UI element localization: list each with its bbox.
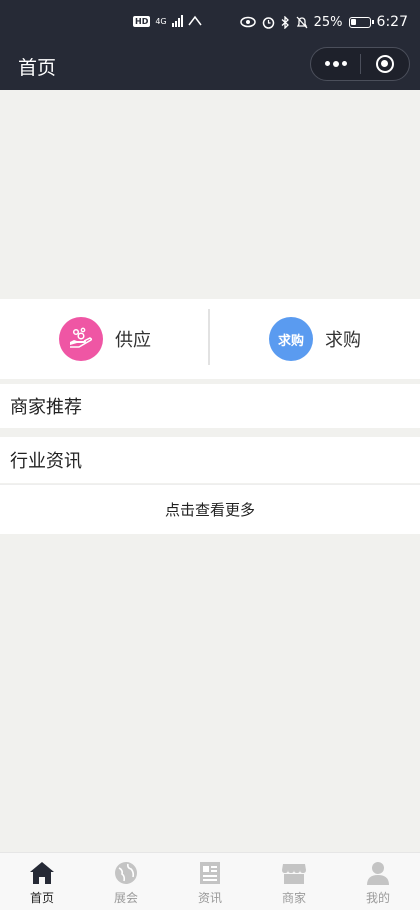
home-icon [30, 862, 54, 884]
more-menu-icon[interactable] [311, 61, 360, 67]
battery-icon [348, 16, 374, 28]
tab-mine[interactable]: 我的 [336, 853, 420, 910]
tab-home-label: 首页 [29, 891, 54, 905]
newspaper-icon [200, 862, 220, 884]
quick-divider [208, 309, 210, 365]
tab-expo-label: 展会 [113, 891, 138, 905]
industry-news-heading: 行业资讯 [0, 437, 420, 483]
tab-mine-label: 我的 [365, 891, 390, 905]
battery-percent: 25% [313, 14, 343, 30]
quick-actions: 供应 求购 求购 [0, 299, 420, 379]
tab-home[interactable]: 首页 [0, 853, 84, 910]
wifi-calling-icon [188, 15, 202, 26]
demand-badge-icon: 求购 [269, 317, 313, 361]
demand-button[interactable]: 求购 求购 [210, 299, 420, 379]
globe-icon [115, 862, 137, 884]
merchant-recommend-heading: 商家推荐 [0, 384, 420, 428]
demand-label: 求购 [325, 330, 361, 351]
supply-button[interactable]: 供应 [0, 299, 210, 379]
status-right: 25% 6:27 [239, 14, 408, 30]
supply-hand-icon [59, 317, 103, 361]
eye-icon [239, 16, 256, 28]
user-icon [367, 862, 389, 885]
bluetooth-icon [281, 15, 289, 29]
mini-program-capsule [310, 47, 410, 81]
tab-merchant-label: 商家 [281, 891, 306, 905]
status-center: HD 4G [133, 15, 202, 27]
supply-label: 供应 [115, 330, 151, 351]
alarm-icon [262, 16, 274, 29]
banner-area [0, 90, 420, 299]
mute-bell-icon [296, 16, 308, 28]
store-icon [282, 864, 306, 884]
signal-icon [171, 15, 183, 27]
close-target-icon[interactable] [361, 55, 409, 73]
bottom-tab-bar: 首页 展会 资讯 商家 我的 [0, 852, 420, 910]
view-more-link[interactable]: 点击查看更多 [0, 484, 420, 534]
network-type: 4G [155, 16, 167, 26]
tab-merchant[interactable]: 商家 [252, 853, 336, 910]
tab-news[interactable]: 资讯 [168, 853, 252, 910]
top-bar: HD 4G 25% 6:27 首页 [0, 0, 420, 90]
tab-expo[interactable]: 展会 [84, 853, 168, 910]
clock: 6:27 [376, 14, 408, 30]
tab-news-label: 资讯 [197, 891, 222, 905]
status-bar: HD 4G 25% 6:27 [0, 0, 420, 46]
page-title: 首页 [18, 57, 57, 79]
hd-badge: HD [133, 15, 151, 27]
